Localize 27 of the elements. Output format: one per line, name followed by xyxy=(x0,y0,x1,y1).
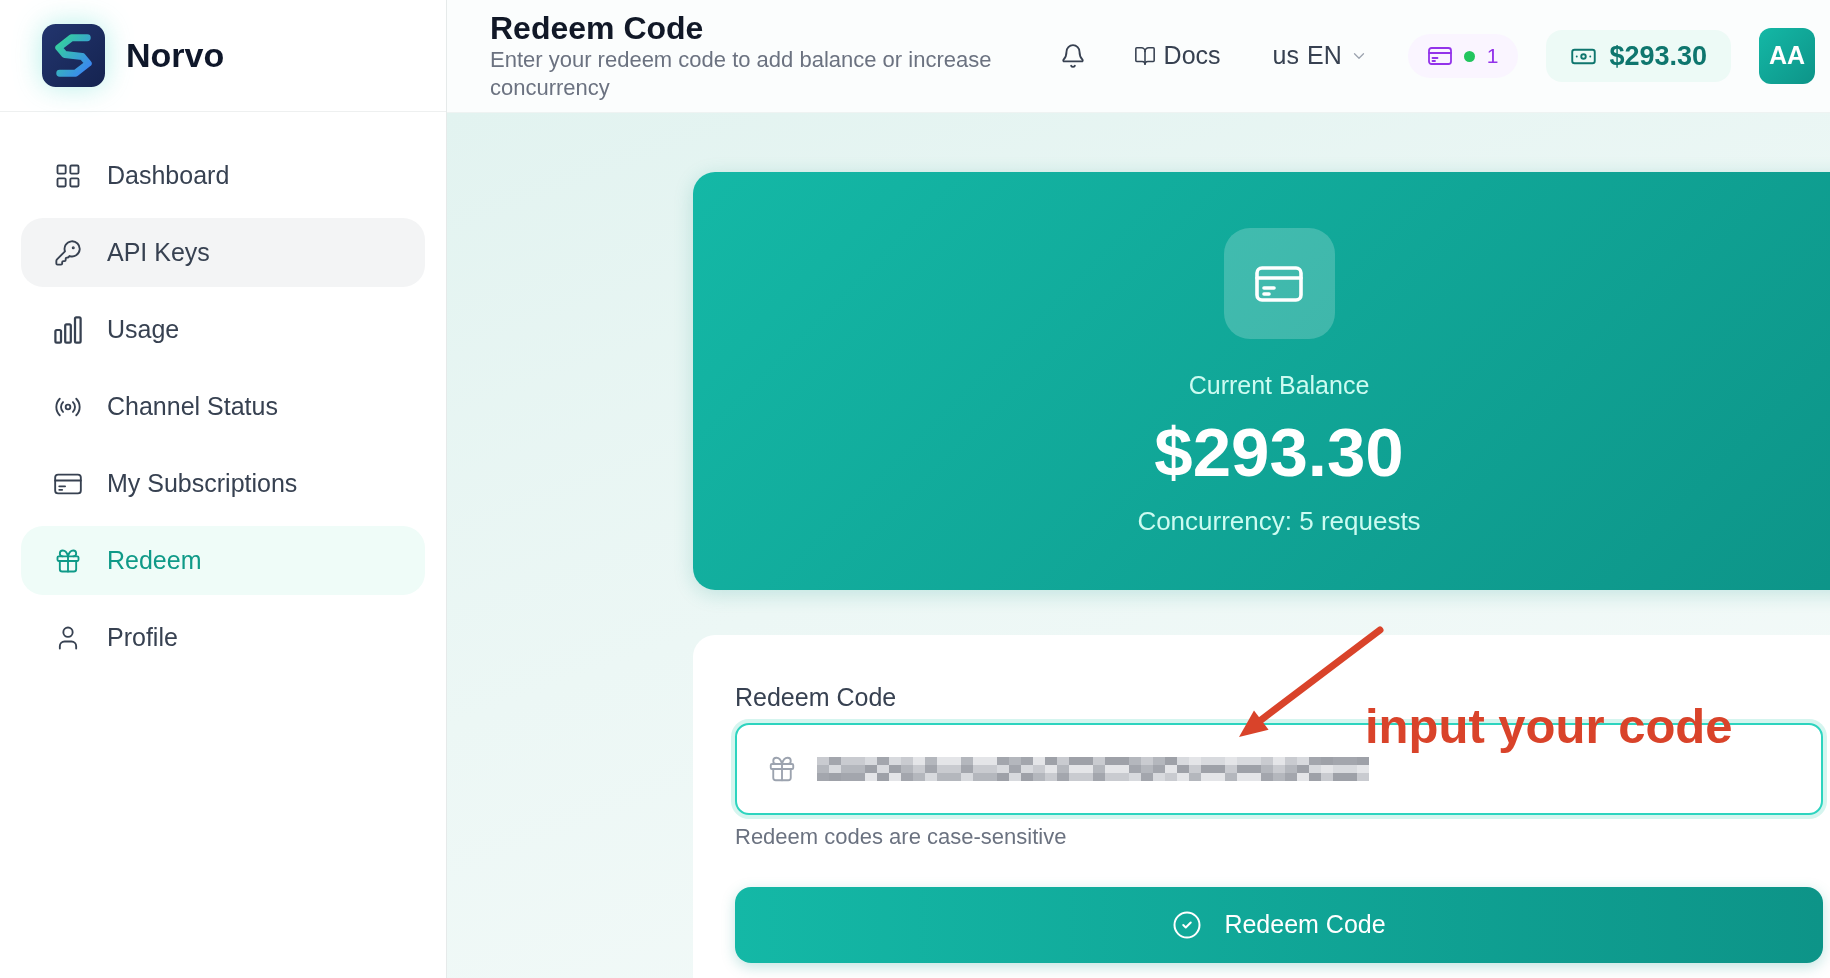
page-title: Redeem Code xyxy=(490,10,705,46)
bar-chart-icon xyxy=(54,315,82,344)
balance-amount: $293.30 xyxy=(1154,417,1404,489)
credit-card-icon xyxy=(1223,228,1335,339)
sidebar-item[interactable]: My Subscriptions xyxy=(21,449,425,518)
book-icon xyxy=(1133,45,1156,67)
sidebar-item[interactable]: Usage xyxy=(21,295,425,364)
sidebar-item[interactable]: Profile xyxy=(21,603,425,672)
field-label: Redeem Code xyxy=(735,683,898,711)
subscriptions-badge[interactable]: 1 xyxy=(1407,34,1519,78)
brand-name: Norvo xyxy=(126,35,225,76)
bell-icon xyxy=(1059,43,1086,69)
balance-pill[interactable]: $293.30 xyxy=(1546,30,1731,82)
balance-label: Current Balance xyxy=(1188,370,1370,400)
credit-card-icon xyxy=(1427,47,1452,65)
sidebar-item[interactable]: API Keys xyxy=(21,218,425,287)
key-icon xyxy=(54,238,82,267)
check-circle-icon xyxy=(1172,910,1203,940)
language-selector[interactable]: us EN xyxy=(1260,29,1380,83)
gift-icon xyxy=(767,754,797,784)
sidebar-item[interactable]: Channel Status xyxy=(21,372,425,441)
page-subtitle: Enter your redeem code to add balance or increase concurrency xyxy=(490,46,993,102)
hint-text: Redeem codes are case-sensitive xyxy=(735,825,1068,849)
sidebar-item[interactable]: Dashboard xyxy=(21,141,425,210)
concurrency-text: Concurrency: 5 requests xyxy=(1137,506,1421,536)
docs-link[interactable]: Docs xyxy=(1121,29,1233,83)
logo-icon xyxy=(42,24,105,87)
